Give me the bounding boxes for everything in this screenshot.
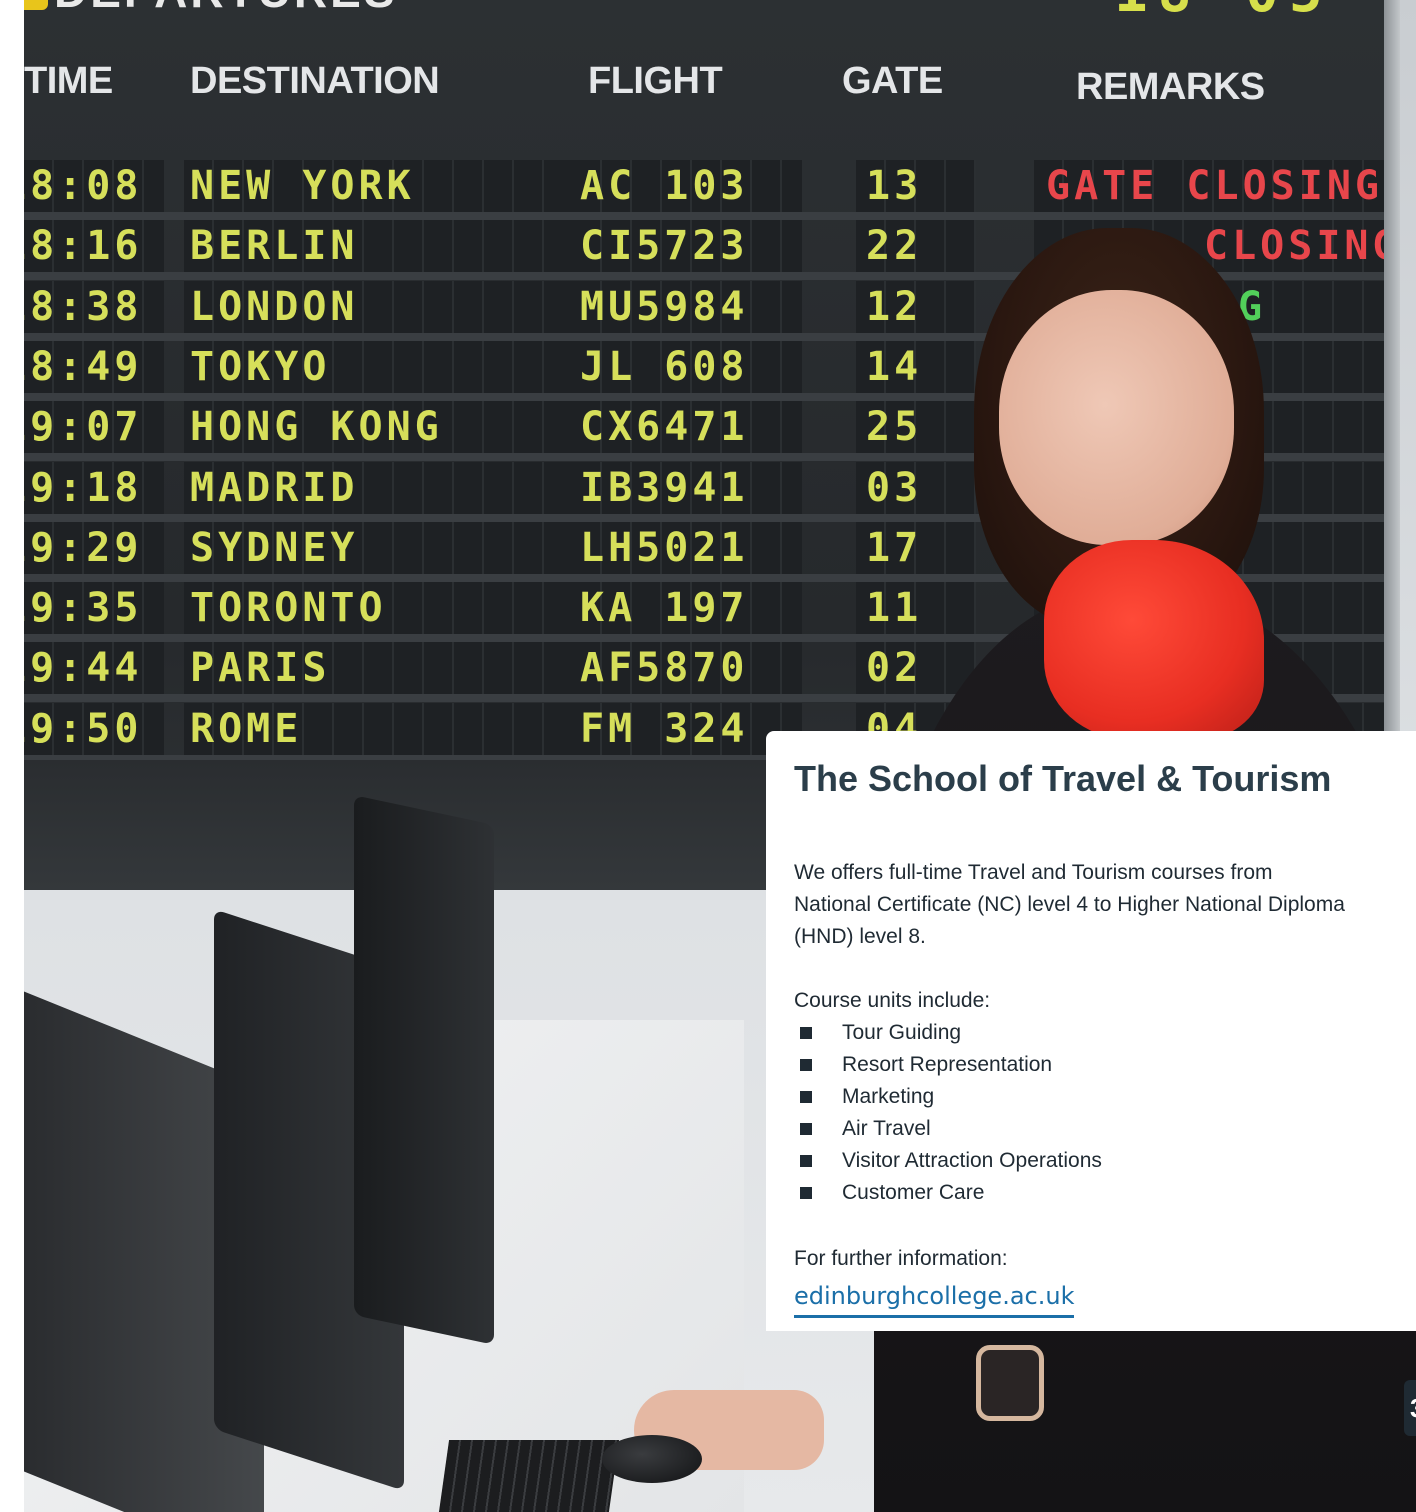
cell-flight: KA 197 bbox=[580, 585, 749, 632]
cell-flight: JL 608 bbox=[580, 343, 749, 390]
page-number: 3 bbox=[1404, 1380, 1416, 1436]
cell-time: 19:18 bbox=[24, 464, 143, 511]
square-bullet-icon bbox=[800, 1155, 812, 1167]
cell-time: 19:50 bbox=[24, 705, 143, 752]
cell-gate: 25 bbox=[866, 404, 923, 451]
cell-time: 18:38 bbox=[24, 283, 143, 330]
departures-icon bbox=[24, 0, 48, 10]
header-flight: FLIGHT bbox=[588, 60, 723, 102]
cell-gate: 17 bbox=[866, 524, 923, 571]
cell-destination: LONDON bbox=[190, 283, 359, 330]
cell-destination: TORONTO bbox=[190, 585, 387, 632]
cell-destination: NEW YORK bbox=[190, 163, 415, 209]
cell-flight: AF5870 bbox=[580, 645, 749, 692]
header-time: TIME bbox=[24, 60, 113, 102]
cell-gate: 02 bbox=[866, 645, 923, 692]
cell-destination: PARIS bbox=[190, 645, 331, 692]
cell-flight: MU5984 bbox=[580, 283, 749, 330]
row-divider bbox=[24, 212, 1400, 220]
cell-time: 18:16 bbox=[24, 223, 143, 270]
table-row: 18:08 NEW YORK AC 103 13 GATE CLOSING bbox=[24, 160, 1400, 212]
unit-label: Marketing bbox=[842, 1085, 935, 1108]
cell-gate: 12 bbox=[866, 283, 923, 330]
cell-time: 19:07 bbox=[24, 404, 143, 451]
computer-mouse bbox=[602, 1435, 702, 1483]
header-remarks: REMARKS bbox=[1076, 66, 1265, 108]
college-website-link[interactable]: edinburghcollege.ac.uk bbox=[794, 1279, 1075, 1318]
cell-gate: 13 bbox=[866, 163, 923, 209]
cell-destination: HONG KONG bbox=[190, 404, 443, 451]
monitor-back bbox=[354, 795, 494, 1345]
cell-remarks: GATE CLOSING bbox=[1046, 163, 1383, 209]
cell-remarks: CLOSING bbox=[1204, 223, 1401, 270]
board-clock: 18 05 bbox=[1114, 0, 1333, 25]
cell-time: 19:44 bbox=[24, 645, 143, 692]
cell-destination: SYDNEY bbox=[190, 524, 359, 571]
info-card: The School of Travel & Tourism We offers… bbox=[766, 731, 1416, 1331]
list-item: Visitor Attraction Operations bbox=[794, 1145, 1388, 1177]
cell-flight: FM 324 bbox=[580, 705, 749, 752]
cell-time: 18:49 bbox=[24, 343, 143, 390]
cell-gate: 03 bbox=[866, 464, 923, 511]
list-item: Tour Guiding bbox=[794, 1017, 1388, 1049]
further-info-label: For further information: bbox=[794, 1247, 1008, 1270]
unit-label: Visitor Attraction Operations bbox=[842, 1149, 1102, 1172]
cell-time: 19:29 bbox=[24, 524, 143, 571]
cell-destination: MADRID bbox=[190, 464, 359, 511]
red-scarf bbox=[1044, 540, 1264, 740]
cell-time: 18:08 bbox=[24, 163, 143, 209]
card-title: The School of Travel & Tourism bbox=[794, 758, 1332, 799]
cell-destination: ROME bbox=[190, 705, 303, 752]
cell-time: 19:35 bbox=[24, 585, 143, 632]
square-bullet-icon bbox=[800, 1091, 812, 1103]
list-item: Air Travel bbox=[794, 1113, 1388, 1145]
cell-flight: CI5723 bbox=[580, 223, 749, 270]
square-bullet-icon bbox=[800, 1059, 812, 1071]
cell-flight: AC 103 bbox=[580, 163, 749, 209]
cell-gate: 11 bbox=[866, 585, 923, 632]
unit-label: Customer Care bbox=[842, 1181, 985, 1204]
square-bullet-icon bbox=[800, 1027, 812, 1039]
cell-destination: TOKYO bbox=[190, 343, 331, 390]
list-item: Customer Care bbox=[794, 1177, 1388, 1209]
cell-gate: 22 bbox=[866, 223, 923, 270]
cell-gate: 14 bbox=[866, 343, 923, 390]
square-bullet-icon bbox=[800, 1123, 812, 1135]
cell-flight: CX6471 bbox=[580, 404, 749, 451]
unit-label: Air Travel bbox=[842, 1117, 931, 1140]
units-label: Course units include: bbox=[794, 989, 991, 1012]
units-list: Tour Guiding Resort Representation Marke… bbox=[794, 1017, 1388, 1209]
card-intro: We offers full-time Travel and Tourism c… bbox=[794, 861, 1345, 948]
cell-flight: LH5021 bbox=[580, 524, 749, 571]
header-destination: DESTINATION bbox=[190, 60, 440, 102]
list-item: Resort Representation bbox=[794, 1049, 1388, 1081]
person-face bbox=[999, 290, 1234, 545]
header-gate: GATE bbox=[842, 60, 943, 102]
unit-label: Resort Representation bbox=[842, 1053, 1053, 1076]
cell-destination: BERLIN bbox=[190, 223, 359, 270]
list-item: Marketing bbox=[794, 1081, 1388, 1113]
keyboard bbox=[438, 1440, 620, 1512]
board-title: DEPARTURES bbox=[54, 0, 574, 17]
cell-flight: IB3941 bbox=[580, 464, 749, 511]
unit-label: Tour Guiding bbox=[842, 1021, 962, 1044]
smartwatch bbox=[976, 1345, 1044, 1421]
square-bullet-icon bbox=[800, 1187, 812, 1199]
